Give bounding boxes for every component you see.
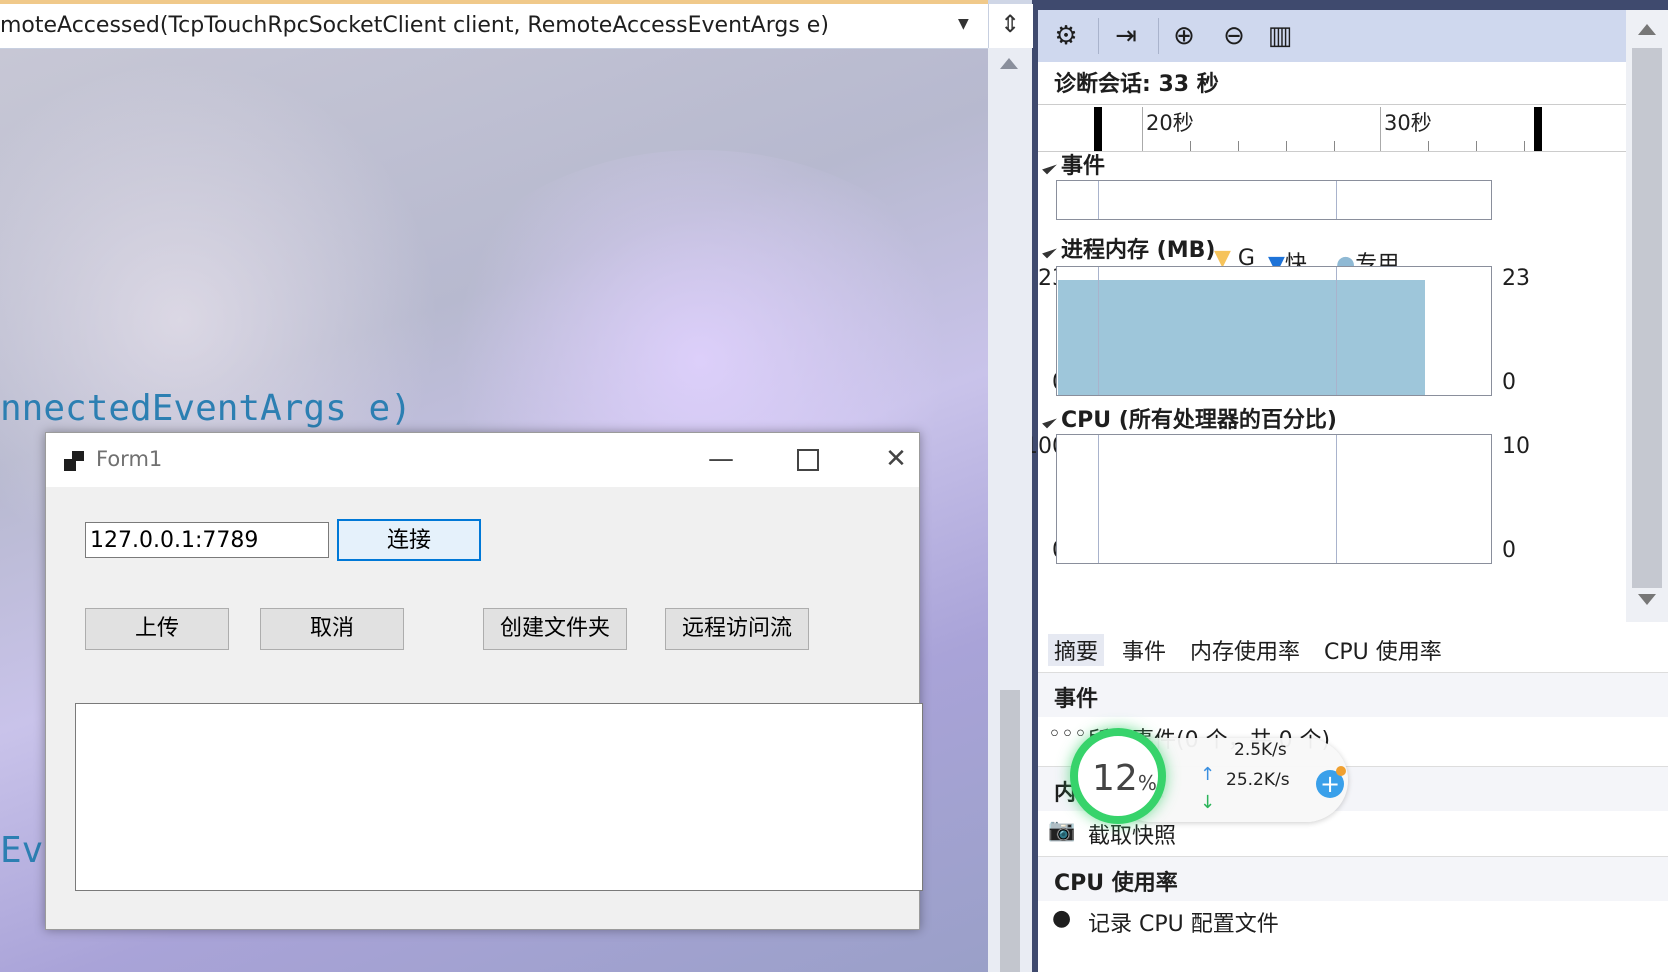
method-signature: moteAccessed(TcpTouchRpcSocketClient cli… <box>0 13 829 38</box>
download-speed: 25.2K/s <box>1226 770 1290 790</box>
graph-gridline <box>1336 267 1337 395</box>
form1-window: Form1 — ✕ 127.0.0.1:7789 连接 上传 取消 创建文件夹 … <box>45 432 923 930</box>
collapse-icon <box>1042 159 1057 175</box>
cpu-summary-header: CPU 使用率 <box>1038 856 1668 901</box>
diagnostics-toolbar: ⚙ ⇥ ⊕ ⊖ ▥ <box>1038 10 1626 62</box>
events-summary-title: 事件 <box>1054 687 1099 712</box>
ruler-tick <box>1190 141 1191 151</box>
memory-axis-min-right: 0 <box>1502 370 1516 395</box>
ruler-label-20: 20秒 <box>1146 111 1194 135</box>
notification-dot <box>1336 766 1346 776</box>
cpu-title-text: CPU (所有处理器的百分比) <box>1061 408 1337 433</box>
minimize-icon: — <box>708 444 734 474</box>
tab-events[interactable]: 事件 <box>1116 634 1172 666</box>
tab-memory-usage[interactable]: 内存使用率 <box>1184 634 1306 666</box>
events-section-title[interactable]: 事件 <box>1042 148 1106 180</box>
timeline-start-handle[interactable] <box>1094 107 1102 151</box>
split-icon: ⇕ <box>1000 10 1021 38</box>
code-line: nnectedEventArgs e) <box>0 388 412 429</box>
memory-title-text: 进程内存 (MB) <box>1061 238 1216 263</box>
record-cpu-profile-link[interactable]: 记录 CPU 配置文件 <box>1088 906 1279 938</box>
toolbar-separator <box>1098 18 1099 54</box>
session-duration: 诊断会话: 33 秒 <box>1054 72 1219 97</box>
select-tools-icon[interactable]: ▥ <box>1260 16 1300 56</box>
app-window-icon <box>64 451 84 471</box>
zoom-in-icon[interactable]: ⊕ <box>1164 16 1204 56</box>
split-view-button[interactable]: ⇕ <box>988 4 1033 48</box>
chevron-down-icon[interactable]: ▼ <box>958 16 969 32</box>
upload-button[interactable]: 上传 <box>85 608 229 650</box>
diagnostic-tools-panel: ⚙ ⇥ ⊕ ⊖ ▥ 诊断会话: 33 秒 20秒 30秒 事件 进程内存 (MB… <box>1032 0 1668 972</box>
timeline-end-handle[interactable] <box>1534 107 1542 151</box>
method-navigation-bar[interactable]: moteAccessed(TcpTouchRpcSocketClient cli… <box>0 0 988 49</box>
graph-gridline <box>1098 435 1099 563</box>
output-textbox[interactable] <box>75 703 923 891</box>
tab-cpu-usage[interactable]: CPU 使用率 <box>1318 634 1448 666</box>
minimize-button[interactable]: — <box>691 433 751 487</box>
cpu-graph[interactable] <box>1056 434 1492 564</box>
memory-section-title[interactable]: 进程内存 (MB) <box>1042 232 1216 264</box>
tab-summary[interactable]: 摘要 <box>1048 634 1105 666</box>
download-arrow-icon: ↓ <box>1200 792 1216 813</box>
create-folder-button[interactable]: 创建文件夹 <box>483 608 627 650</box>
ruler-label-30: 30秒 <box>1384 111 1432 135</box>
scroll-thumb[interactable] <box>1632 48 1662 588</box>
graph-gridline <box>1336 435 1337 563</box>
record-dot-icon: ● <box>1052 906 1072 931</box>
cpu-usage-ring: 12% <box>1070 728 1166 824</box>
collapse-icon <box>1042 413 1057 429</box>
track-gridline <box>1336 181 1337 219</box>
cpu-axis-min-right: 0 <box>1502 538 1516 563</box>
ruler-tick <box>1238 141 1239 151</box>
cpu-summary-title: CPU 使用率 <box>1054 871 1178 896</box>
address-input[interactable]: 127.0.0.1:7789 <box>85 522 329 558</box>
timeline-ruler[interactable]: 20秒 30秒 <box>1038 104 1626 152</box>
cancel-button[interactable]: 取消 <box>260 608 404 650</box>
maximize-button[interactable] <box>778 433 838 487</box>
ruler-tick <box>1428 141 1429 151</box>
diagnostics-scrollbar[interactable] <box>1626 10 1668 622</box>
scroll-up-icon[interactable] <box>1638 24 1656 35</box>
graph-gridline <box>1098 267 1099 395</box>
gear-icon[interactable]: ⚙ <box>1046 16 1086 56</box>
events-track[interactable] <box>1056 180 1492 220</box>
close-button[interactable]: ✕ <box>866 433 926 487</box>
ruler-tick <box>1524 141 1525 151</box>
cpu-usage-number: 12 <box>1092 758 1138 799</box>
ruler-major-tick <box>1380 107 1381 151</box>
ruler-major-tick <box>1142 107 1143 151</box>
ruler-tick <box>1476 141 1477 151</box>
connect-button[interactable]: 连接 <box>337 519 481 561</box>
events-summary-header: 事件 <box>1038 672 1668 717</box>
form-title: Form1 <box>96 447 163 471</box>
toolbar-separator <box>1158 18 1159 54</box>
upload-speed: 2.5K/s <box>1234 740 1287 760</box>
track-gridline <box>1098 181 1099 219</box>
cpu-usage-unit: % <box>1137 771 1157 795</box>
cpu-section-title[interactable]: CPU (所有处理器的百分比) <box>1042 402 1337 434</box>
upload-arrow-icon: ↑ <box>1200 764 1216 785</box>
collapse-icon <box>1042 243 1057 259</box>
export-icon[interactable]: ⇥ <box>1106 16 1146 56</box>
network-speed-widget[interactable]: 12% ↑ 2.5K/s ↓ 25.2K/s + <box>1070 728 1348 824</box>
zoom-out-icon[interactable]: ⊖ <box>1214 16 1254 56</box>
scroll-up-icon[interactable] <box>1000 58 1018 69</box>
maximize-icon <box>797 448 819 471</box>
editor-scrollbar[interactable] <box>988 48 1032 972</box>
diagnostics-tabs: 摘要 事件 内存使用率 CPU 使用率 <box>1038 626 1668 673</box>
memory-axis-max-right: 23 <box>1502 266 1530 291</box>
cpu-axis-max-right: 10 <box>1502 434 1530 459</box>
panel-top-border <box>1032 0 1668 10</box>
close-icon: ✕ <box>885 444 907 474</box>
memory-usage-area <box>1058 279 1425 395</box>
cpu-usage-value: 12% <box>1092 758 1157 799</box>
ruler-tick <box>1286 141 1287 151</box>
form-title-bar[interactable]: Form1 — ✕ <box>46 433 919 487</box>
scroll-thumb[interactable] <box>1000 690 1020 972</box>
scroll-down-icon[interactable] <box>1638 594 1656 605</box>
memory-graph[interactable] <box>1056 266 1492 396</box>
events-title-text: 事件 <box>1061 154 1106 179</box>
ruler-tick <box>1334 141 1335 151</box>
remote-access-stream-button[interactable]: 远程访问流 <box>665 608 809 650</box>
